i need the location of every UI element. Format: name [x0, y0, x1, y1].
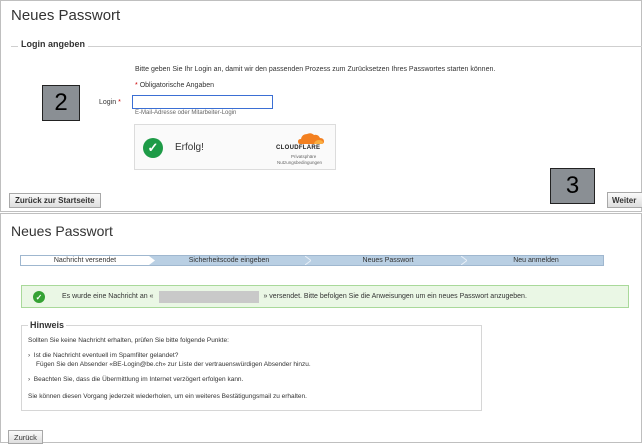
- login-panel: Neues Passwort Login angeben Bitte geben…: [0, 0, 642, 212]
- success-text: Es wurde eine Nachricht an « » versendet.…: [62, 293, 527, 300]
- hint-item-2-text: Beachten Sie, dass die Übermittlung im I…: [33, 376, 244, 383]
- login-hint: E-Mail-Adresse oder Mitarbeiter-Login: [135, 110, 237, 116]
- hint-outro: Sie können diesen Vorgang jederzeit wied…: [28, 393, 307, 400]
- captcha-status: Erfolg!: [175, 142, 204, 153]
- back-button[interactable]: Zurück: [8, 430, 43, 444]
- annotation-badge-3: 3: [550, 168, 595, 204]
- success-message: ✓ Es wurde eine Nachricht an « » versende…: [21, 285, 629, 308]
- section-legend: Login angeben: [18, 39, 88, 49]
- login-label-text: Login: [99, 99, 117, 106]
- instruction-text: Bitte geben Sie Ihr Login an, damit wir …: [135, 66, 496, 73]
- annotation-badge-2: 2: [42, 85, 80, 121]
- required-text: Obligatorische Angaben: [139, 82, 215, 89]
- checkmark-icon: ✓: [143, 138, 163, 158]
- required-star: *: [135, 82, 138, 89]
- hint-item-1-question: Ist die Nachricht eventuell im Spamfilte…: [33, 352, 179, 359]
- cloudflare-cloud-icon: [298, 133, 324, 144]
- hint-item-1: › Ist die Nachricht eventuell im Spamfil…: [28, 352, 178, 359]
- step-enter-code: Sicherheitscode eingeben: [188, 257, 270, 264]
- step-new-password: Neues Passwort: [362, 257, 414, 264]
- hint-item-1-answer: Fügen Sie den Absender «BE-Login@be.ch» …: [36, 361, 311, 368]
- next-button[interactable]: Weiter: [607, 192, 642, 208]
- hint-intro: Sollten Sie keine Nachricht erhalten, pr…: [28, 337, 229, 344]
- login-label: Login *: [99, 99, 121, 106]
- login-input[interactable]: [132, 95, 273, 109]
- redaction-block: [159, 291, 259, 303]
- back-to-start-button[interactable]: Zurück zur Startseite: [9, 193, 101, 208]
- cloudflare-logo-text: CLOUDFLARE: [276, 145, 321, 151]
- confirmation-panel: Neues Passwort Nachricht versendet Siche…: [0, 213, 642, 444]
- chevron-right-icon: ›: [28, 376, 31, 383]
- page-title-2: Neues Passwort: [11, 223, 113, 239]
- captcha-widget[interactable]: ✓ Erfolg! CLOUDFLARE Privatsphäre Nutzun…: [134, 124, 336, 170]
- privacy-link[interactable]: Privatsphäre: [291, 154, 316, 159]
- step-arrow-icon: [305, 256, 311, 265]
- progress-steps: Nachricht versendet Sicherheitscode eing…: [20, 255, 604, 266]
- terms-link[interactable]: Nutzungsbedingungen: [277, 160, 322, 165]
- step-relogin: Neu anmelden: [513, 257, 559, 264]
- hint-item-2: › Beachten Sie, dass die Übermittlung im…: [28, 376, 243, 383]
- hint-title: Hinweis: [28, 320, 67, 330]
- required-note: * Obligatorische Angaben: [135, 82, 214, 89]
- step-message-sent: Nachricht versendet: [21, 256, 149, 265]
- success-suffix: » versendet. Bitte befolgen Sie die Anwe…: [263, 293, 527, 300]
- hint-box: Hinweis Sollten Sie keine Nachricht erha…: [21, 320, 482, 411]
- chevron-right-icon: ›: [28, 352, 31, 359]
- login-required-star: *: [118, 99, 121, 106]
- checkmark-icon: ✓: [33, 291, 45, 303]
- page-title: Neues Passwort: [11, 7, 121, 24]
- success-prefix: Es wurde eine Nachricht an «: [62, 293, 154, 300]
